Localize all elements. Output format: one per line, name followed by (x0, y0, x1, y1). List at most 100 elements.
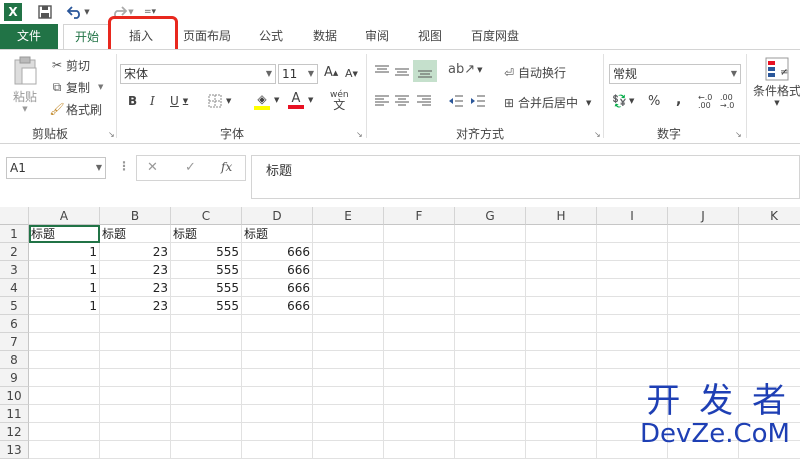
fill-color-dropdown[interactable]: ▼ (274, 96, 279, 104)
cell-f7[interactable] (384, 333, 455, 351)
column-header-e[interactable]: E (313, 207, 384, 225)
cell-d11[interactable] (242, 405, 313, 423)
cell-b7[interactable] (100, 333, 171, 351)
cancel-icon[interactable]: ✕ (147, 160, 158, 175)
cell-b3[interactable]: 23 (100, 261, 171, 279)
tab-home[interactable]: 开始 (63, 24, 111, 49)
cell-j6[interactable] (668, 315, 739, 333)
cell-i5[interactable] (597, 297, 668, 315)
font-launcher-icon[interactable]: ↘ (356, 130, 363, 139)
cell-c13[interactable] (171, 441, 242, 459)
cell-e8[interactable] (313, 351, 384, 369)
cell-j8[interactable] (668, 351, 739, 369)
cell-f5[interactable] (384, 297, 455, 315)
cell-b4[interactable]: 23 (100, 279, 171, 297)
cell-a8[interactable] (29, 351, 100, 369)
cell-g3[interactable] (455, 261, 526, 279)
cell-h5[interactable] (526, 297, 597, 315)
font-color-button[interactable]: A (288, 92, 304, 109)
cell-h9[interactable] (526, 369, 597, 387)
row-header-4[interactable]: 4 (0, 279, 29, 297)
cell-a7[interactable] (29, 333, 100, 351)
cell-k6[interactable] (739, 315, 800, 333)
cell-h10[interactable] (526, 387, 597, 405)
row-header-13[interactable]: 13 (0, 441, 29, 459)
tab-view[interactable]: 视图 (407, 24, 453, 49)
undo-icon[interactable]: ▼ (64, 3, 92, 21)
cell-e5[interactable] (313, 297, 384, 315)
cell-e3[interactable] (313, 261, 384, 279)
cell-j1[interactable] (668, 225, 739, 243)
align-center-button[interactable] (394, 94, 410, 108)
cell-d5[interactable]: 666 (242, 297, 313, 315)
select-all-corner[interactable] (0, 207, 29, 225)
cell-f13[interactable] (384, 441, 455, 459)
cell-j3[interactable] (668, 261, 739, 279)
row-header-5[interactable]: 5 (0, 297, 29, 315)
cell-g6[interactable] (455, 315, 526, 333)
cell-i4[interactable] (597, 279, 668, 297)
align-bottom-button[interactable] (413, 60, 437, 82)
column-header-a[interactable]: A (29, 207, 100, 225)
cell-g10[interactable] (455, 387, 526, 405)
cell-i8[interactable] (597, 351, 668, 369)
cell-b1[interactable]: 标题 (100, 225, 171, 243)
cell-b11[interactable] (100, 405, 171, 423)
cell-e6[interactable] (313, 315, 384, 333)
cell-h3[interactable] (526, 261, 597, 279)
conditional-formatting-button[interactable]: ≠ 条件格式 ▼ (752, 56, 800, 107)
cell-c6[interactable] (171, 315, 242, 333)
paste-button[interactable]: 粘贴 ▼ (8, 56, 42, 114)
cell-a1[interactable]: 标题 (29, 225, 100, 243)
cell-b8[interactable] (100, 351, 171, 369)
row-header-10[interactable]: 10 (0, 387, 29, 405)
cell-g13[interactable] (455, 441, 526, 459)
cell-c11[interactable] (171, 405, 242, 423)
cell-f8[interactable] (384, 351, 455, 369)
cell-b12[interactable] (100, 423, 171, 441)
cell-a10[interactable] (29, 387, 100, 405)
enter-icon[interactable]: ✓ (185, 160, 196, 175)
column-header-i[interactable]: I (597, 207, 668, 225)
number-format-select[interactable]: 常规 ▼ (609, 64, 741, 84)
column-header-f[interactable]: F (384, 207, 455, 225)
tab-file[interactable]: 文件 (0, 24, 58, 49)
cell-a4[interactable]: 1 (29, 279, 100, 297)
cell-a2[interactable]: 1 (29, 243, 100, 261)
cell-e13[interactable] (313, 441, 384, 459)
column-header-b[interactable]: B (100, 207, 171, 225)
cell-h11[interactable] (526, 405, 597, 423)
cell-b2[interactable]: 23 (100, 243, 171, 261)
row-header-3[interactable]: 3 (0, 261, 29, 279)
cell-d1[interactable]: 标题 (242, 225, 313, 243)
cell-k7[interactable] (739, 333, 800, 351)
grow-font-button[interactable]: A ▲ (324, 65, 338, 80)
align-right-button[interactable] (416, 94, 432, 108)
cell-c2[interactable]: 555 (171, 243, 242, 261)
row-header-9[interactable]: 9 (0, 369, 29, 387)
cell-j4[interactable] (668, 279, 739, 297)
borders-button[interactable]: ▼ (208, 94, 231, 108)
number-launcher-icon[interactable]: ↘ (735, 130, 742, 139)
cell-b10[interactable] (100, 387, 171, 405)
cell-b9[interactable] (100, 369, 171, 387)
format-painter-button[interactable]: 🖌 格式刷 (48, 100, 102, 118)
cell-c8[interactable] (171, 351, 242, 369)
cell-c5[interactable]: 555 (171, 297, 242, 315)
cell-k8[interactable] (739, 351, 800, 369)
cell-i7[interactable] (597, 333, 668, 351)
cell-d10[interactable] (242, 387, 313, 405)
accounting-format-button[interactable]: 💱 ▼ (612, 94, 634, 108)
cell-j7[interactable] (668, 333, 739, 351)
name-box[interactable]: A1 ▼ (6, 157, 106, 179)
cell-a5[interactable]: 1 (29, 297, 100, 315)
cell-f3[interactable] (384, 261, 455, 279)
tab-page-layout[interactable]: 页面布局 (176, 24, 238, 49)
cell-k4[interactable] (739, 279, 800, 297)
copy-button[interactable]: ⧉ 复制 ▼ (48, 78, 104, 96)
merge-center-button[interactable]: ⊞ 合并后居中 ▼ (500, 94, 591, 111)
cell-f9[interactable] (384, 369, 455, 387)
cell-k2[interactable] (739, 243, 800, 261)
font-size-select[interactable]: 11 ▼ (278, 64, 318, 84)
cell-a9[interactable] (29, 369, 100, 387)
